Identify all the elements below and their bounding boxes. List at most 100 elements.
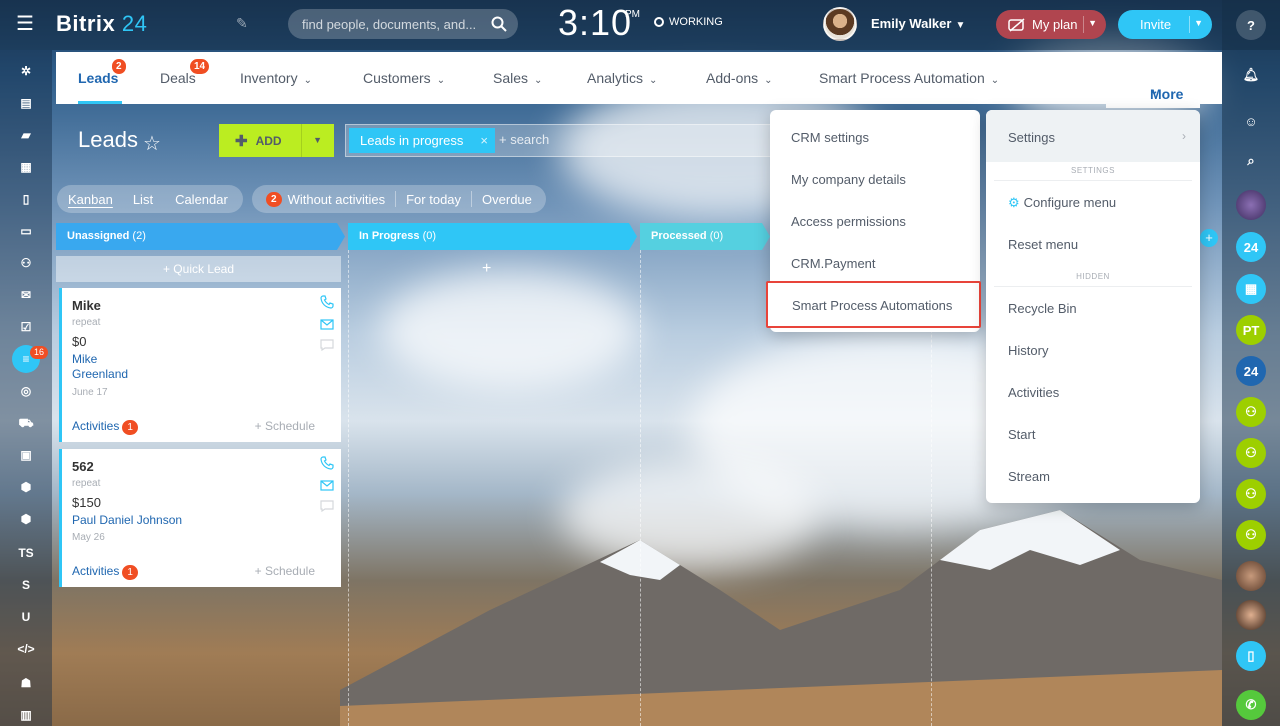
- menu-item-company-details[interactable]: My company details: [791, 172, 906, 187]
- gear-dots-icon[interactable]: ✲: [16, 61, 36, 81]
- quick-lead-button[interactable]: + Quick Lead: [56, 256, 341, 282]
- help-icon[interactable]: ?: [1236, 10, 1266, 40]
- robot-icon[interactable]: ☗: [16, 673, 36, 693]
- card-client[interactable]: Mike Greenland: [72, 352, 128, 382]
- avatar-initials[interactable]: PT: [1236, 315, 1266, 345]
- counter-for-today[interactable]: For today: [406, 192, 461, 207]
- column-processed[interactable]: Processed (0): [640, 223, 770, 250]
- menu-item-recycle-bin[interactable]: Recycle Bin: [1008, 301, 1077, 316]
- tab-deals[interactable]: Deals 14: [160, 59, 210, 86]
- tab-customers[interactable]: Customers ⌄: [363, 70, 445, 86]
- phone-icon[interactable]: ✆: [1236, 690, 1266, 720]
- card-schedule[interactable]: + Schedule: [255, 419, 315, 433]
- work-status[interactable]: WORKING: [654, 16, 723, 28]
- groups-icon[interactable]: ⚇: [16, 253, 36, 273]
- menu-item-stream[interactable]: Stream: [1008, 469, 1050, 484]
- filter-search-box[interactable]: Leads in progress × + search: [345, 124, 785, 157]
- chevron-down-icon[interactable]: ▼: [1194, 18, 1203, 28]
- column-in-progress[interactable]: In Progress (0): [348, 223, 637, 250]
- cart-icon[interactable]: ⛟: [16, 413, 36, 433]
- tab-leads[interactable]: Leads 2: [78, 59, 126, 86]
- group-icon[interactable]: ⚇: [1236, 479, 1266, 509]
- filter-search-placeholder[interactable]: + search: [499, 132, 549, 147]
- mail-icon[interactable]: ✉: [16, 285, 36, 305]
- card-client[interactable]: Paul Daniel Johnson: [72, 513, 182, 528]
- mail-icon[interactable]: [320, 317, 334, 331]
- chat-bubble-icon[interactable]: ☺: [1236, 106, 1266, 136]
- add-button[interactable]: ✚ ADD ▼: [219, 124, 334, 157]
- lead-card[interactable]: Mike repeat $0 Mike Greenland June 17 Act…: [59, 288, 341, 442]
- view-list[interactable]: List: [133, 192, 153, 207]
- card-schedule[interactable]: + Schedule: [255, 564, 315, 578]
- menu-item-smart-process-automations[interactable]: Smart Process Automations: [766, 281, 981, 328]
- group-icon[interactable]: ⚇: [1236, 520, 1266, 550]
- phone-device-icon[interactable]: ▯: [1236, 641, 1266, 671]
- avatar[interactable]: [1236, 561, 1266, 591]
- card-title[interactable]: 562: [72, 459, 94, 474]
- contact-card-icon[interactable]: ▣: [16, 445, 36, 465]
- tasks-icon[interactable]: ☑: [16, 317, 36, 337]
- sidebar-item-s[interactable]: S: [16, 575, 36, 595]
- invite-button[interactable]: Invite ▼: [1118, 10, 1212, 39]
- tab-inventory[interactable]: Inventory ⌄: [240, 70, 312, 86]
- sidebar-item-ts[interactable]: TS: [16, 543, 36, 563]
- counter-overdue[interactable]: Overdue: [482, 192, 532, 207]
- search-icon[interactable]: [490, 15, 508, 33]
- drive-icon[interactable]: ▭: [16, 221, 36, 241]
- menu-icon[interactable]: ☰: [16, 14, 36, 34]
- bitrix-badge-icon[interactable]: 24: [1236, 232, 1266, 262]
- user-menu[interactable]: Emily Walker ▼: [871, 16, 965, 31]
- edit-icon[interactable]: ✎: [236, 15, 248, 32]
- avatar[interactable]: [1236, 190, 1266, 220]
- app-logo[interactable]: Bitrix 24: [56, 11, 147, 37]
- my-plan-button[interactable]: My plan ▼: [996, 10, 1106, 39]
- column-unassigned[interactable]: Unassigned (2): [56, 223, 345, 250]
- calendar-icon[interactable]: ▦: [16, 157, 36, 177]
- card-activities[interactable]: Activities 1: [72, 419, 138, 435]
- calendar-icon[interactable]: ▦: [1236, 274, 1266, 304]
- code-icon[interactable]: </>: [16, 639, 36, 659]
- comment-icon[interactable]: [320, 338, 334, 352]
- tab-addons[interactable]: Add-ons ⌄: [706, 70, 773, 86]
- star-icon[interactable]: ☆: [143, 131, 161, 156]
- menu-item-crm-payment[interactable]: CRM.Payment: [791, 256, 876, 271]
- card-activities[interactable]: Activities 1: [72, 564, 138, 580]
- tab-smart-process-automation[interactable]: Smart Process Automation ⌄: [819, 70, 999, 86]
- sidebar-item-u[interactable]: U: [16, 607, 36, 627]
- menu-item-activities[interactable]: Activities: [1008, 385, 1059, 400]
- view-kanban[interactable]: Kanban: [68, 192, 113, 207]
- feed-icon[interactable]: ▤: [16, 93, 36, 113]
- add-column-plus-icon[interactable]: +: [1200, 229, 1218, 247]
- bell-icon[interactable]: 🔔︎: [1236, 60, 1266, 90]
- chevron-down-icon[interactable]: ▼: [1088, 18, 1097, 28]
- menu-item-access-permissions[interactable]: Access permissions: [791, 214, 906, 229]
- user-avatar[interactable]: [823, 7, 857, 41]
- apps-icon[interactable]: ▥: [16, 705, 36, 725]
- tab-analytics[interactable]: Analytics ⌄: [587, 70, 657, 86]
- plus-icon[interactable]: +: [482, 260, 491, 278]
- counter-without-activities[interactable]: Without activities: [288, 192, 386, 207]
- clock-time[interactable]: 3:10: [558, 2, 632, 44]
- menu-item-start[interactable]: Start: [1008, 427, 1035, 442]
- document-icon[interactable]: ▯: [16, 189, 36, 209]
- box-icon[interactable]: ⬢: [16, 477, 36, 497]
- chevron-down-icon[interactable]: ▼: [313, 135, 322, 145]
- card-title[interactable]: Mike: [72, 298, 101, 313]
- tab-more[interactable]: More ⌄: [1106, 56, 1200, 108]
- menu-item-crm-settings[interactable]: CRM settings: [791, 130, 869, 145]
- mail-icon[interactable]: [320, 478, 334, 492]
- avatar[interactable]: [1236, 600, 1266, 630]
- menu-item-configure-menu[interactable]: ⚙ Configure menu: [1008, 195, 1116, 211]
- tab-sales[interactable]: Sales ⌄: [493, 70, 542, 86]
- group-icon[interactable]: ⚇: [1236, 397, 1266, 427]
- search-icon[interactable]: ⌕: [1236, 146, 1266, 176]
- menu-item-reset-menu[interactable]: Reset menu: [1008, 237, 1078, 252]
- bitrix-badge-icon[interactable]: 24: [1236, 356, 1266, 386]
- menu-item-history[interactable]: History: [1008, 343, 1048, 358]
- close-icon[interactable]: ×: [480, 128, 488, 153]
- search-input[interactable]: [302, 9, 482, 39]
- target-icon[interactable]: ◎: [16, 381, 36, 401]
- lead-card[interactable]: 562 repeat $150 Paul Daniel Johnson May …: [59, 449, 341, 587]
- phone-icon[interactable]: [320, 295, 334, 309]
- filter-chip[interactable]: Leads in progress ×: [349, 128, 495, 153]
